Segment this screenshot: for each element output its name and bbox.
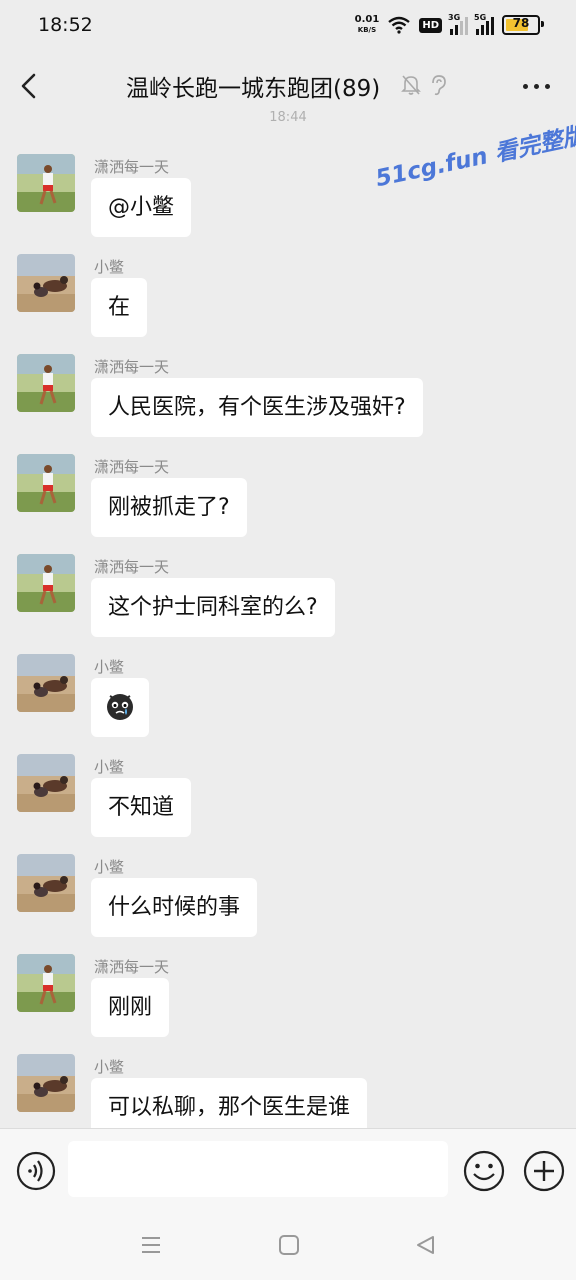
avatar[interactable] — [17, 1054, 75, 1112]
avatar[interactable] — [17, 854, 75, 912]
sender-name: 小鳖 — [94, 1058, 125, 1076]
network-speed: 0.01 KB/S — [354, 14, 380, 35]
avatar[interactable] — [17, 954, 75, 1012]
ear-icon — [432, 75, 446, 96]
avatar[interactable] — [17, 454, 75, 512]
sender-name: 潇洒每一天 — [94, 958, 170, 976]
back-nav-icon[interactable] — [414, 1234, 436, 1256]
avatar[interactable] — [17, 254, 75, 312]
message-row: 小鳖可以私聊，那个医生是谁 — [0, 1020, 576, 1128]
sender-name: 小鳖 — [94, 258, 125, 276]
avatar[interactable] — [17, 654, 75, 712]
input-bar — [0, 1128, 576, 1215]
chat-title: 温岭长跑一城东跑团(89) — [126, 76, 381, 102]
avatar[interactable] — [17, 354, 75, 412]
message-row: 潇洒每一天 刚刚 — [0, 920, 576, 1037]
sender-name: 潇洒每一天 — [94, 558, 170, 576]
avatar[interactable] — [17, 154, 75, 212]
sender-name: 小鳖 — [94, 658, 125, 676]
message-bubble[interactable]: 可以私聊，那个医生是谁 — [91, 1078, 368, 1128]
system-navigation-bar — [0, 1214, 576, 1280]
voice-icon[interactable] — [16, 1151, 56, 1191]
message-row: 小鳖 不知道 — [0, 720, 576, 837]
sender-name: 小鳖 — [94, 858, 125, 876]
message-row: 小鳖在 — [0, 220, 576, 337]
avatar[interactable] — [17, 754, 75, 812]
hd-voice-badge: HD — [419, 17, 442, 33]
signal-5g-icon: 5G — [474, 13, 494, 35]
message-list[interactable]: 潇洒每一天 @小鳖 小鳖在潇洒每一天 人民医院，有个医生涉及强奸? 潇洒每一天 刚被抓走了… — [0, 120, 576, 1128]
message-input[interactable] — [68, 1141, 448, 1197]
sender-name: 小鳖 — [94, 758, 125, 776]
avatar[interactable] — [17, 554, 75, 612]
message-row: 潇洒每一天 这个护士同科室的么? — [0, 520, 576, 637]
sender-name: 潇洒每一天 — [94, 158, 170, 176]
message-row: 潇洒每一天 刚被抓走了? — [0, 420, 576, 537]
signal-3g-icon: 3G — [448, 13, 468, 35]
message-row: 小鳖 — [0, 620, 576, 737]
battery-icon: 78 — [502, 15, 544, 35]
message-row: 小鳖 什么时候的事 — [0, 820, 576, 937]
more-button[interactable] — [523, 84, 550, 89]
status-time: 18:52 — [38, 14, 93, 36]
menu-icon[interactable] — [140, 1234, 162, 1256]
back-button[interactable] — [14, 68, 44, 104]
sender-name: 潇洒每一天 — [94, 458, 170, 476]
more-icon — [523, 84, 528, 89]
plus-icon[interactable] — [523, 1150, 565, 1192]
emoji-icon[interactable] — [463, 1150, 505, 1192]
crying-face-emoji — [107, 694, 133, 720]
back-icon — [21, 73, 36, 99]
mute-bell-icon — [401, 75, 421, 95]
status-bar: 18:52 0.01 KB/S HD 3G 5G 78 — [0, 0, 576, 52]
sender-name: 潇洒每一天 — [94, 358, 170, 376]
message-row: 潇洒每一天 人民医院，有个医生涉及强奸? — [0, 320, 576, 437]
battery-percent: 78 — [512, 16, 530, 30]
status-icons: 0.01 KB/S HD 3G 5G 78 — [354, 12, 544, 38]
wifi-icon — [388, 16, 411, 34]
home-icon[interactable] — [278, 1234, 300, 1256]
